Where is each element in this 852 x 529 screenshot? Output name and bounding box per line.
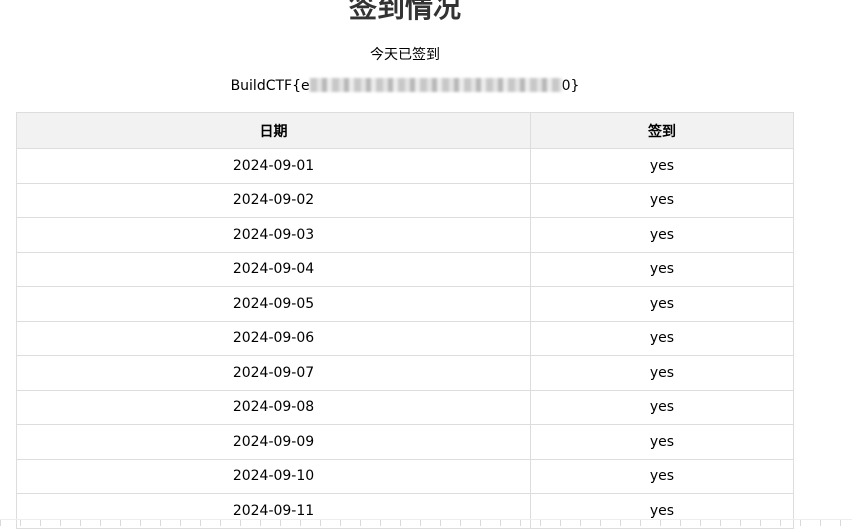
table-row: 2024-09-07 yes: [16, 355, 794, 391]
cell-checkin: yes: [530, 424, 794, 460]
page-title: 签到情况: [348, 0, 461, 24]
cell-date: 2024-09-02: [16, 182, 531, 218]
cell-checkin: yes: [530, 320, 794, 356]
cell-date: 2024-09-06: [16, 320, 531, 356]
cell-checkin: yes: [530, 458, 794, 494]
cell-date: 2024-09-01: [16, 148, 531, 184]
cell-checkin: yes: [530, 355, 794, 391]
cell-date: 2024-09-03: [16, 217, 531, 253]
cell-date: 2024-09-10: [16, 458, 531, 494]
cell-date: 2024-09-07: [16, 355, 531, 391]
flag-suffix: 0}: [561, 78, 580, 94]
cell-checkin: yes: [530, 182, 794, 218]
flag-prefix: BuildCTF{e: [230, 78, 310, 94]
flag-redaction-blur: [309, 78, 562, 92]
table-row: 2024-09-09 yes: [16, 424, 794, 460]
table-row: 2024-09-08 yes: [16, 389, 794, 425]
column-header-checkin: 签到: [530, 112, 794, 149]
table-row: 2024-09-06 yes: [16, 320, 794, 356]
table-row: 2024-09-04 yes: [16, 251, 794, 287]
cell-date: 2024-09-05: [16, 286, 531, 322]
cell-checkin: yes: [530, 251, 794, 287]
cell-checkin: yes: [530, 286, 794, 322]
cell-checkin: yes: [530, 148, 794, 184]
table-body: 2024-09-01 yes 2024-09-02 yes 2024-09-03 yes 2…: [16, 148, 794, 529]
table-row: 2024-09-05 yes: [16, 286, 794, 322]
cell-checkin: yes: [530, 389, 794, 425]
checkin-status-text: 今天已签到: [370, 47, 440, 63]
table-row: 2024-09-10 yes: [16, 458, 794, 494]
cell-date: 2024-09-08: [16, 389, 531, 425]
flag-text: BuildCTF{e 0}: [0, 76, 810, 96]
column-header-date: 日期: [16, 112, 531, 149]
cell-checkin: yes: [530, 217, 794, 253]
table-header-row: 日期 签到: [16, 112, 794, 149]
table-row: 2024-09-02 yes: [16, 182, 794, 218]
cell-date: 2024-09-04: [16, 251, 531, 287]
table-row: 2024-09-03 yes: [16, 217, 794, 253]
table-row: 2024-09-01 yes: [16, 148, 794, 184]
cell-date: 2024-09-09: [16, 424, 531, 460]
checkin-table: 日期 签到 2024-09-01 yes 2024-09-02 yes 2024-09-…: [16, 112, 794, 529]
